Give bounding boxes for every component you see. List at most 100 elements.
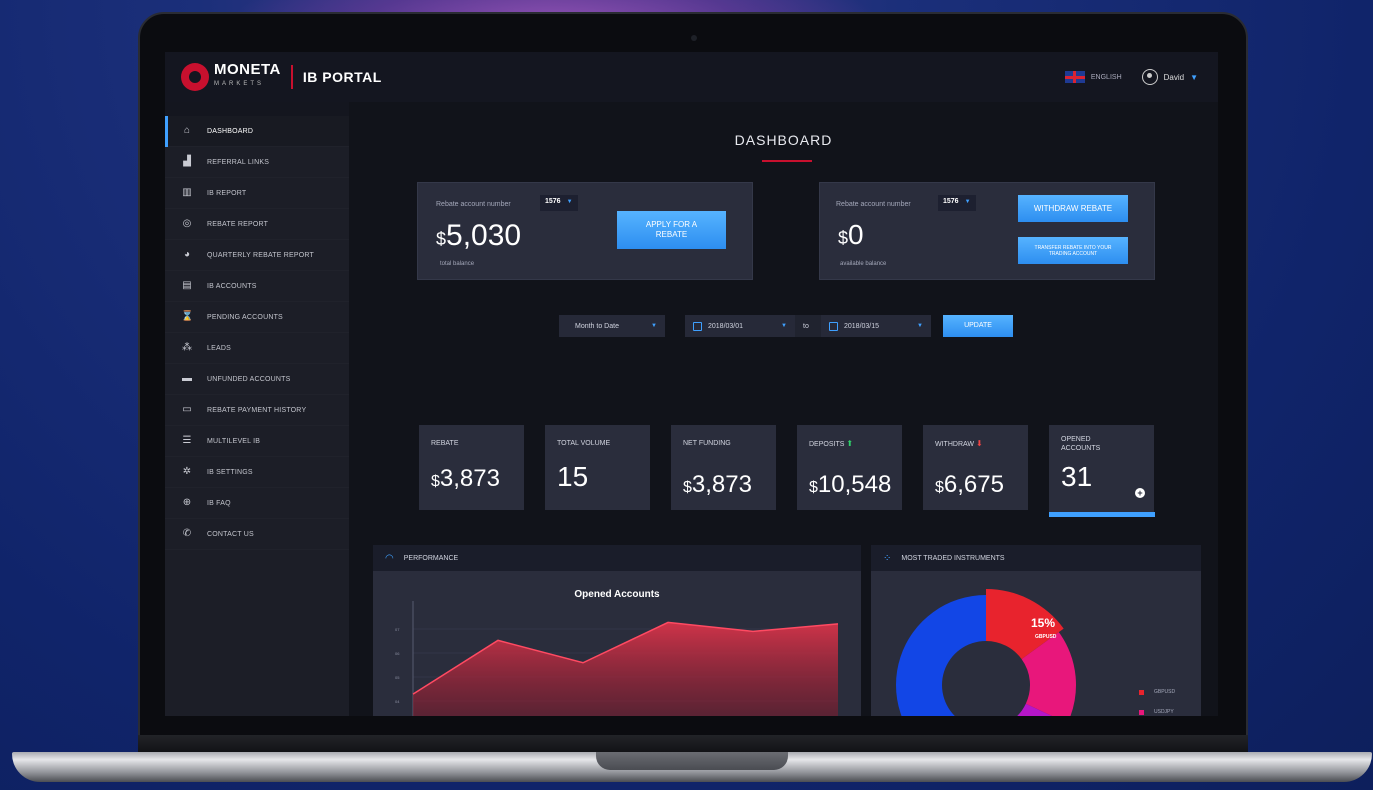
phone-icon: ✆ <box>182 528 192 539</box>
uk-flag-icon[interactable] <box>1064 71 1085 83</box>
stat-value: 31 <box>1061 461 1092 493</box>
logo-text: MONETA MARKETS <box>214 61 281 91</box>
logo-divider <box>290 65 293 89</box>
currency-symbol: $ <box>436 229 447 249</box>
sidebar-item-ib-accounts[interactable]: ▤ IB ACCOUNTS <box>165 271 349 302</box>
y-tick-label: 06 <box>395 651 400 656</box>
stat-label: REBATE <box>431 440 459 447</box>
sidebar-item-label: IB FAQ <box>207 499 231 507</box>
report-icon: ▥ <box>182 187 192 198</box>
language-selector[interactable]: ENGLISH <box>1091 74 1122 81</box>
hourglass-icon: ⌛ <box>181 311 194 322</box>
instruments-card: ⁘ MOST TRADED INSTRUMENTS 15% GBPUSD GBPU… <box>871 545 1201 716</box>
stat-label-row: WITHDRAW ⬇ <box>935 439 983 449</box>
sidebar-item-rebate-report[interactable]: ◎ REBATE REPORT <box>165 209 349 240</box>
stat-value: $10,548 <box>809 471 891 499</box>
title-underline <box>762 160 812 162</box>
history-icon: ▭ <box>182 404 192 415</box>
amount: 0 <box>848 219 864 250</box>
stat-withdraw[interactable]: WITHDRAW ⬇ $6,675 <box>923 425 1028 510</box>
stat-opened-accounts[interactable]: OPENED ACCOUNTS 31 + <box>1049 425 1155 517</box>
update-button[interactable]: UPDATE <box>943 315 1013 337</box>
logo[interactable]: MONETA MARKETS <box>181 61 281 91</box>
area-series <box>413 622 838 716</box>
rebate-account-value: 1576 <box>545 198 561 205</box>
sidebar-item-pending-accounts[interactable]: ⌛ PENDING ACCOUNTS <box>165 302 349 333</box>
sidebar-item-dashboard[interactable]: ⌂ DASHBOARD <box>165 116 349 147</box>
page-title: DASHBOARD <box>734 132 833 148</box>
sidebar-item-label: IB SETTINGS <box>207 468 253 476</box>
sidebar-item-leads[interactable]: ⁂ LEADS <box>165 333 349 364</box>
home-icon: ⌂ <box>183 125 191 136</box>
date-from-picker[interactable]: 2018/03/01 ▼ <box>685 315 795 337</box>
stat-deposits[interactable]: DEPOSITS ⬆ $10,548 <box>797 425 902 510</box>
sidebar-item-label: REBATE REPORT <box>207 220 269 228</box>
sidebar-item-multilevel-ib[interactable]: ☰ MULTILEVEL IB <box>165 426 349 457</box>
chevron-down-icon: ▼ <box>964 199 971 205</box>
performance-card: ◠ PERFORMANCE Opened Accounts 0706050403 <box>373 545 861 716</box>
transfer-rebate-button[interactable]: TRANSFER REBATE INTO YOUR TRADING ACCOUN… <box>1018 237 1128 264</box>
date-to-picker[interactable]: 2018/03/15 ▼ <box>821 315 931 337</box>
accounts-icon: ▤ <box>182 280 192 291</box>
logo-sub: MARKETS <box>214 81 265 87</box>
currency-symbol: $ <box>838 228 849 248</box>
period-value: Month to Date <box>575 322 619 330</box>
sidebar-item-rebate-payment-history[interactable]: ▭ REBATE PAYMENT HISTORY <box>165 395 349 426</box>
sidebar-item-label: IB ACCOUNTS <box>207 282 257 290</box>
sidebar-item-unfunded-accounts[interactable]: ▬ UNFUNDED ACCOUNTS <box>165 364 349 395</box>
leads-icon: ⁂ <box>182 342 192 353</box>
sidebar-item-label: UNFUNDED ACCOUNTS <box>207 375 291 383</box>
stat-rebate[interactable]: REBATE $3,873 <box>419 425 524 510</box>
stat-value: 15 <box>557 461 588 493</box>
date-to-value: 2018/03/15 <box>844 322 880 330</box>
legend-item: USDJPY <box>1139 709 1174 715</box>
rebate-account-select[interactable]: 1576 ▼ <box>540 195 578 211</box>
legend-dot <box>1139 689 1144 695</box>
user-name[interactable]: David <box>1164 73 1184 82</box>
chevron-down-icon: ▼ <box>781 323 787 329</box>
legend-label: USDJPY <box>1154 709 1174 715</box>
rebate-balance-panel: Rebate account number 1576 ▼ $5,030 total… <box>417 182 753 280</box>
add-icon[interactable]: + <box>1135 488 1145 498</box>
donut-slice[interactable] <box>896 595 986 716</box>
legend-dot <box>1139 709 1144 715</box>
withdraw-rebate-button[interactable]: WITHDRAW REBATE <box>1018 195 1128 222</box>
sidebar-item-label: PENDING ACCOUNTS <box>207 313 283 321</box>
stat-net-funding[interactable]: NET FUNDING $3,873 <box>671 425 776 510</box>
arrow-down-icon: ⬇ <box>975 439 983 448</box>
logo-name: MONETA <box>214 61 281 78</box>
active-indicator <box>1049 512 1155 517</box>
stat-total-volume[interactable]: TOTAL VOLUME 15 <box>545 425 650 510</box>
legend-item: GBPUSD <box>1139 689 1175 695</box>
user-icon[interactable] <box>1141 69 1158 85</box>
amount: 6,675 <box>943 471 1004 498</box>
total-balance-amount: $5,030 <box>436 219 521 253</box>
sidebar-item-label: REFERRAL LINKS <box>207 158 270 166</box>
sidebar-item-ib-settings[interactable]: ✲ IB SETTINGS <box>165 457 349 488</box>
currency-symbol: $ <box>809 479 818 496</box>
available-balance-amount: $0 <box>838 219 864 251</box>
faq-icon: ⊕ <box>182 497 192 508</box>
chevron-down-icon[interactable]: ▼ <box>1190 73 1198 82</box>
wallet-icon: ▬ <box>182 373 192 384</box>
sidebar-item-referral-links[interactable]: ▟ REFERRAL LINKS <box>165 147 349 178</box>
laptop-hinge <box>138 735 1248 753</box>
period-select[interactable]: Month to Date ▼ <box>559 315 665 337</box>
apply-rebate-button[interactable]: APPLY FOR A REBATE <box>617 211 726 249</box>
card-title: MOST TRADED INSTRUMENTS <box>901 554 1005 562</box>
to-label: to <box>795 315 821 337</box>
stat-label: TOTAL VOLUME <box>557 440 611 447</box>
card-body: Opened Accounts 0706050403 <box>373 571 861 716</box>
amount: 5,030 <box>446 219 522 252</box>
calendar-icon <box>693 321 702 331</box>
sidebar-item-ib-faq[interactable]: ⊕ IB FAQ <box>165 488 349 519</box>
arrow-up-icon: ⬆ <box>846 439 854 448</box>
currency-symbol: $ <box>431 473 440 490</box>
sidebar-item-quarterly-rebate-report[interactable]: ◕ QUARTERLY REBATE REPORT <box>165 240 349 271</box>
top-right: ENGLISH David ▼ <box>1064 69 1198 85</box>
legend-label: GBPUSD <box>1154 689 1176 695</box>
sidebar-item-ib-report[interactable]: ▥ IB REPORT <box>165 178 349 209</box>
sidebar-item-contact-us[interactable]: ✆ CONTACT US <box>165 519 349 550</box>
sidebar-item-label: IB REPORT <box>207 189 247 197</box>
rebate-account-select[interactable]: 1576 ▼ <box>938 195 976 211</box>
